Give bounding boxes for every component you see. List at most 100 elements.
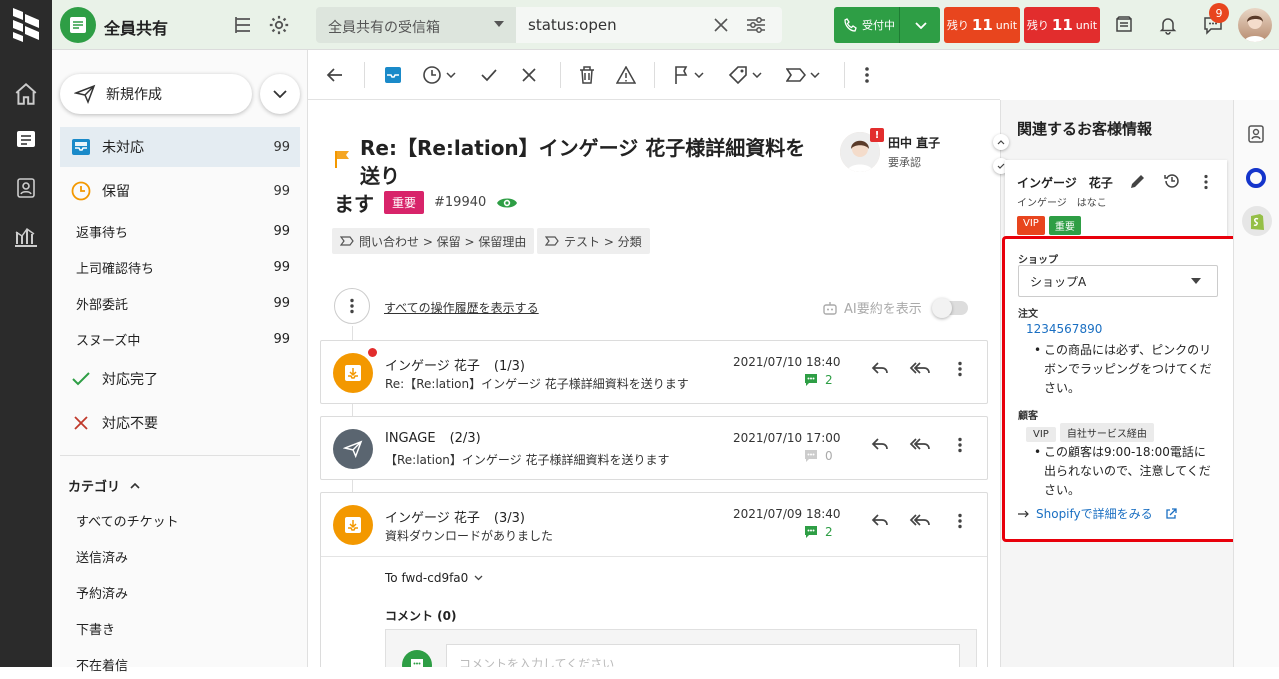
bell-icon[interactable] xyxy=(1158,15,1178,35)
message-card[interactable]: インゲージ 花子 (1/3) Re:【Re:lation】インゲージ 花子様詳細資… xyxy=(320,340,988,404)
home-icon[interactable] xyxy=(10,78,42,110)
shopify-detail-link[interactable]: Shopifyで詳細をみる xyxy=(1018,505,1177,522)
eye-icon[interactable] xyxy=(496,196,518,210)
history-icon[interactable] xyxy=(1163,172,1181,190)
back-arrow-icon[interactable] xyxy=(326,64,344,86)
chat-badge: 9 xyxy=(1209,3,1229,23)
more-vertical-icon[interactable] xyxy=(957,361,963,377)
sidebar-subitem-outsourced[interactable]: 外部委託 99 xyxy=(76,288,290,318)
label-menu-button[interactable] xyxy=(786,64,820,86)
trash-icon[interactable] xyxy=(578,64,596,86)
chevron-down-icon[interactable] xyxy=(915,22,927,29)
reply-icon[interactable] xyxy=(871,361,889,375)
shop-select[interactable]: ショップA xyxy=(1018,265,1218,297)
message-card-expanded[interactable]: インゲージ 花子 (3/3) 資料ダウンロードがありました 2021/07/09 … xyxy=(320,492,988,667)
history-toggle-button[interactable] xyxy=(334,288,370,324)
message-sender: INGAGE xyxy=(385,431,436,446)
comment-count-value: 2 xyxy=(825,373,833,387)
more-vertical-icon[interactable] xyxy=(957,513,963,529)
inbox-select[interactable]: 全員共有の受信箱 xyxy=(316,7,516,43)
gear-icon[interactable] xyxy=(268,14,290,36)
sidebar-subitem-snoozed[interactable]: スヌーズ中 99 xyxy=(76,324,290,354)
divider xyxy=(844,62,845,88)
priority-tag[interactable]: 重要 xyxy=(384,191,425,214)
compose-menu-button[interactable] xyxy=(260,74,300,114)
recipients-toggle[interactable]: To fwd-cd9fa0 xyxy=(385,571,483,585)
shopify-link-label: Shopifyで詳細をみる xyxy=(1036,507,1153,521)
status-button[interactable]: 受付中 xyxy=(834,7,940,43)
customer-tags: VIP 重要 xyxy=(1017,216,1081,235)
category-item[interactable]: 下書き xyxy=(76,613,290,643)
reply-icon[interactable] xyxy=(871,437,889,451)
comment-count: 0 xyxy=(803,449,833,463)
snooze-button[interactable] xyxy=(422,64,456,86)
category-chip[interactable]: テスト > 分類 xyxy=(537,228,650,254)
sidebar-item-done[interactable]: 対応完了 xyxy=(60,359,300,399)
reply-all-icon[interactable] xyxy=(909,513,931,527)
check-icon[interactable] xyxy=(480,64,498,86)
close-icon xyxy=(70,415,92,431)
pencil-icon[interactable] xyxy=(1129,172,1147,190)
inbox-tray-icon xyxy=(70,138,92,156)
comment-count-value: 2 xyxy=(825,525,833,539)
message-card[interactable]: INGAGE (2/3) 【Re:lation】インゲージ 花子様詳細資料を送りま… xyxy=(320,416,988,480)
order-number-link[interactable]: 1234567890 xyxy=(1026,322,1102,336)
message-index: (1/3) xyxy=(493,359,525,374)
sidebar-item-unneeded[interactable]: 対応不要 xyxy=(60,403,300,443)
chat-bubble-icon xyxy=(402,650,432,667)
news-icon[interactable] xyxy=(1114,15,1134,35)
category-item[interactable]: 予約済み xyxy=(76,577,290,607)
category-item[interactable]: 送信済み xyxy=(76,541,290,571)
category-header[interactable]: カテゴリ xyxy=(68,476,140,495)
user-avatar[interactable] xyxy=(1238,8,1272,42)
flag-menu-button[interactable] xyxy=(674,64,704,86)
customer-group-tag[interactable]: VIP xyxy=(1026,427,1056,442)
org-chart-icon[interactable] xyxy=(232,14,254,36)
category-chip[interactable]: 問い合わせ > 保留 > 保留理由 xyxy=(332,228,535,254)
search-query: status:open xyxy=(528,16,617,34)
clear-icon[interactable] xyxy=(714,18,728,32)
comment-input[interactable]: コメントを入力してください xyxy=(446,644,960,667)
close-icon[interactable] xyxy=(522,64,536,86)
compose-button[interactable]: 新規作成 xyxy=(60,74,252,114)
tag-menu-button[interactable] xyxy=(728,64,762,86)
customer-group-tag[interactable]: 自社サービス経由 xyxy=(1059,423,1154,442)
reply-all-icon[interactable] xyxy=(909,361,931,375)
filter-icon[interactable] xyxy=(746,16,766,34)
more-vertical-icon[interactable] xyxy=(864,64,870,86)
customer-tag[interactable]: 重要 xyxy=(1048,216,1081,235)
more-vertical-icon[interactable] xyxy=(957,437,963,453)
more-vertical-icon[interactable] xyxy=(1203,174,1209,190)
remain-unit: unit xyxy=(995,18,1018,32)
reply-all-icon[interactable] xyxy=(909,437,931,451)
shopify-icon[interactable] xyxy=(1242,206,1272,236)
warning-icon[interactable] xyxy=(616,64,636,86)
toggle-switch[interactable] xyxy=(931,297,968,318)
contacts-icon[interactable] xyxy=(10,172,42,204)
sidebar-subitem-manager-review[interactable]: 上司確認待ち 99 xyxy=(76,252,290,282)
integration-ring-icon[interactable] xyxy=(1246,168,1266,188)
customer-card[interactable]: インゲージ 花子 インゲージ はなこ VIP 重要 xyxy=(1005,160,1227,236)
customer-tag[interactable]: VIP xyxy=(1017,216,1045,235)
sidebar-item-open[interactable]: 未対応 99 xyxy=(60,127,300,167)
search-input[interactable]: status:open xyxy=(516,7,782,43)
category-item[interactable]: すべてのチケット xyxy=(76,505,290,535)
remain-units-badge-2[interactable]: 残り 11 unit xyxy=(1024,7,1100,43)
sidebar-subitem-awaiting-reply[interactable]: 返事待ち 99 xyxy=(76,216,290,246)
comment-count-value: 0 xyxy=(825,449,833,463)
collapse-up-icon[interactable] xyxy=(993,134,1009,150)
ai-summary-toggle[interactable]: AI要約を表示 xyxy=(822,297,968,318)
stats-icon[interactable] xyxy=(10,220,42,252)
sidebar-item-pending[interactable]: 保留 99 xyxy=(60,171,300,211)
ticket-icon[interactable] xyxy=(10,124,42,156)
assignee-status: 要承認 xyxy=(888,156,921,169)
customer-note: この顧客は9:00-18:00電話に出られないので、注意してください。 xyxy=(1034,443,1216,500)
inbox-tray-icon[interactable] xyxy=(384,64,402,86)
contact-card-icon[interactable] xyxy=(1246,124,1266,144)
category-item[interactable]: 不在着信 xyxy=(76,649,290,679)
label-icon xyxy=(340,236,354,246)
history-link[interactable]: すべての操作履歴を表示する xyxy=(384,299,539,316)
remain-units-badge-1[interactable]: 残り 11 unit xyxy=(944,7,1020,43)
shop-label: ショップ xyxy=(1018,255,1058,266)
reply-icon[interactable] xyxy=(871,513,889,527)
